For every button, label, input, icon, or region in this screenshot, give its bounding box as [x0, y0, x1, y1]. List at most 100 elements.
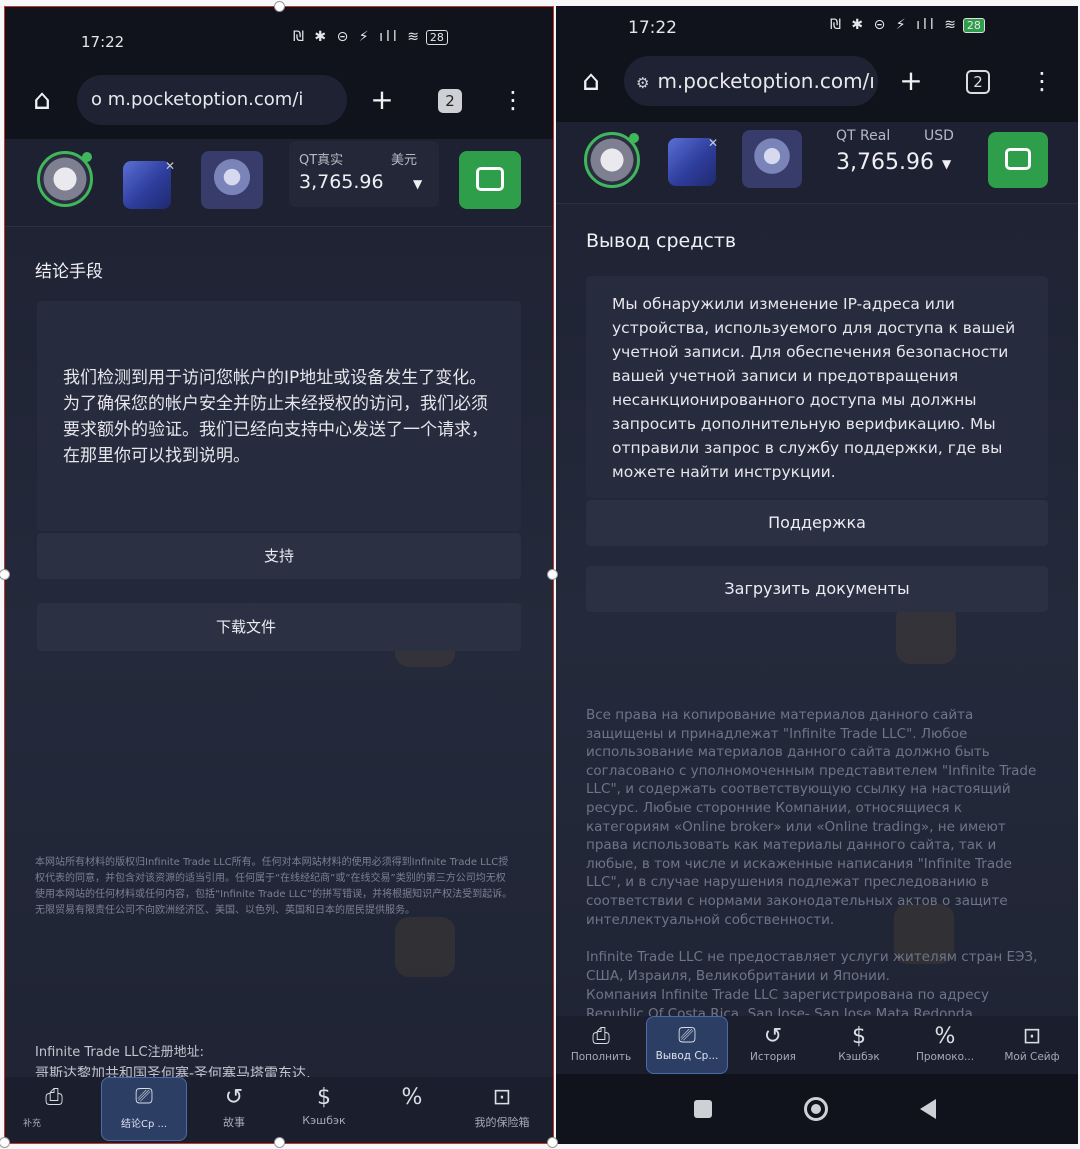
history-icon: ↺: [224, 1085, 244, 1110]
deposit-icon: ⎙: [592, 1024, 610, 1049]
legal-text: 本网站所有材料的版权归Infinite Trade LLC所有。任何对本网站材料…: [35, 857, 513, 916]
online-dot-icon: [82, 152, 92, 162]
recents-icon[interactable]: [694, 1100, 712, 1118]
tab-history[interactable]: ↺ История: [732, 1016, 814, 1074]
site-settings-icon[interactable]: ⚙: [636, 74, 649, 92]
tab-label: Промоко...: [915, 1051, 975, 1063]
close-icon[interactable]: ✕: [708, 136, 718, 150]
status-icons-text: ₪ ✱ ⊝ ⚡ ıll ≋: [830, 17, 959, 33]
tab-count-button[interactable]: 2: [438, 89, 462, 113]
browser-toolbar: ⌂ o m.pocketoption.com/i + 2 ⋮: [5, 65, 553, 139]
wallet-button[interactable]: [459, 151, 521, 209]
home-circle-icon[interactable]: [804, 1097, 828, 1121]
account-type: QT Real: [836, 128, 891, 144]
legal-text: Все права на копирование материалов данн…: [586, 707, 1037, 928]
wallet-button[interactable]: [988, 132, 1048, 188]
tab-label: Кэшбэк: [838, 1051, 880, 1063]
page-content: 结论手段 我们检测到用于访问您帐户的IP地址或设备发生了变化。为了确保您的帐户安…: [5, 227, 553, 1143]
legal-text-services: Infinite Trade LLC не предоставляет услу…: [586, 949, 1038, 984]
close-icon[interactable]: ✕: [165, 159, 175, 173]
account-type: QT真实: [299, 153, 344, 168]
wallet-icon: [476, 167, 504, 191]
tab-promo[interactable]: % Промоко...: [904, 1016, 986, 1074]
status-time: 17:22: [628, 18, 677, 38]
selection-handle-bottom-right[interactable]: [547, 1137, 558, 1148]
browser-toolbar: ⌂ ⚙ m.pocketoption.com/ı + 2 ⋮: [556, 52, 1078, 122]
tab-label: Кэшбэк: [302, 1114, 346, 1127]
status-time: 17:22: [81, 33, 125, 51]
avatar[interactable]: [584, 132, 640, 188]
tab-label: 故事: [223, 1116, 245, 1129]
back-icon[interactable]: [920, 1099, 936, 1119]
address-bar[interactable]: ⚙ m.pocketoption.com/ı: [624, 56, 878, 106]
account-selector[interactable]: QT Real USD 3,765.96 ▼: [828, 122, 968, 188]
upload-documents-button[interactable]: Загрузить документы: [586, 566, 1048, 612]
tab-label: Вывод Ср...: [655, 1050, 719, 1062]
support-button[interactable]: 支持: [37, 533, 521, 579]
online-dot-icon: [629, 133, 639, 143]
selection-handle-right[interactable]: [547, 569, 558, 580]
tab-label: 补充: [23, 1119, 42, 1129]
tab-promo[interactable]: %: [369, 1077, 455, 1141]
selection-handle-top[interactable]: [274, 1, 285, 12]
account-selector[interactable]: QT真实 美元 3,765.96 ▼: [289, 141, 439, 207]
plus-icon[interactable]: +: [365, 77, 399, 123]
trading-pair-thumbnail[interactable]: [123, 161, 171, 209]
plus-icon[interactable]: +: [894, 58, 928, 104]
tab-history[interactable]: ↺ 故事: [191, 1077, 277, 1141]
status-icons-text: ₪ ✱ ⊝ ⚡ ıll ≋: [293, 29, 422, 45]
tab-deposit[interactable]: ⎙ Пополнить: [560, 1016, 642, 1074]
page-content: Вывод средств Мы обнаружили изменение IP…: [556, 204, 1078, 1144]
tab-label: 结论Cp ...: [120, 1119, 168, 1130]
deposit-icon: ⎙: [45, 1085, 63, 1110]
account-currency: 美元: [391, 153, 418, 168]
phone-screenshot-russian: 17:22 ₪ ✱ ⊝ ⚡ ıll ≋ 28 ⌂ ⚙ m.pocketoption.…: [556, 6, 1078, 1144]
tab-label: 我的保险箱: [474, 1116, 530, 1129]
watermark-logo: [896, 604, 956, 664]
more-vert-icon[interactable]: ⋮: [1030, 58, 1054, 104]
more-vert-icon[interactable]: ⋮: [501, 77, 525, 123]
tab-withdraw[interactable]: ⎚ 结论Cp ...: [101, 1077, 187, 1141]
history-icon: ↺: [763, 1024, 783, 1049]
address-label: Infinite Trade LLC注册地址:: [35, 1045, 205, 1060]
cashback-icon: $: [852, 1024, 866, 1049]
upload-documents-button[interactable]: 下载文件: [37, 603, 521, 651]
selection-handle-bottom-left[interactable]: [0, 1137, 10, 1148]
tab-label: История: [750, 1051, 796, 1063]
app-header: ✕ QT Real USD 3,765.96 ▼: [556, 122, 1078, 204]
tab-safe[interactable]: ⊡ Мой Сейф: [990, 1016, 1074, 1074]
account-balance: 3,765.96: [836, 150, 934, 175]
system-nav-bar: [556, 1074, 1078, 1144]
page-title: 结论手段: [35, 262, 103, 282]
page-title: Вывод средств: [586, 230, 737, 252]
tab-safe[interactable]: ⊡ 我的保险箱: [457, 1077, 547, 1141]
chart-thumbnail[interactable]: [201, 151, 263, 209]
tab-label: Пополнить: [570, 1051, 632, 1063]
tab-withdraw[interactable]: ⎚ Вывод Ср...: [646, 1016, 728, 1074]
tab-cashback[interactable]: $ Кэшбэк: [281, 1077, 367, 1141]
selection-handle-bottom[interactable]: [274, 1137, 285, 1148]
support-button[interactable]: Поддержка: [586, 500, 1048, 546]
chart-thumbnail[interactable]: [742, 130, 802, 188]
promo-icon: %: [401, 1085, 423, 1110]
status-icons: ₪ ✱ ⊝ ⚡ ıll ≋ 28: [830, 17, 985, 33]
home-icon[interactable]: ⌂: [25, 77, 59, 123]
battery-icon: 28: [425, 30, 448, 45]
status-bar: 17:22 ₪ ✱ ⊝ ⚡ ıll ≋ 28: [5, 7, 553, 65]
home-icon[interactable]: ⌂: [574, 58, 608, 104]
account-balance: 3,765.96: [299, 171, 384, 193]
tab-cashback[interactable]: $ Кэшбэк: [818, 1016, 900, 1074]
wallet-icon: [1005, 148, 1031, 170]
tab-label: Мой Сейф: [1004, 1051, 1060, 1063]
app-header: ✕ QT真实 美元 3,765.96 ▼: [5, 139, 553, 227]
status-bar: 17:22 ₪ ✱ ⊝ ⚡ ıll ≋ 28: [556, 6, 1078, 52]
tab-deposit[interactable]: ⎙ 补充: [9, 1077, 99, 1141]
address-bar[interactable]: o m.pocketoption.com/i: [77, 75, 347, 125]
avatar[interactable]: [37, 151, 93, 207]
caret-down-icon: ▼: [413, 177, 423, 191]
promo-icon: %: [934, 1024, 956, 1049]
tab-count-button[interactable]: 2: [966, 70, 990, 94]
bottom-tab-bar: ⎙ 补充 ⎚ 结论Cp ... ↺ 故事 $ Кэшбэк % ⊡ 我的保险箱: [5, 1077, 553, 1143]
watermark-logo: [395, 917, 455, 977]
url-text: m.pocketoption.com/ı: [657, 69, 875, 93]
